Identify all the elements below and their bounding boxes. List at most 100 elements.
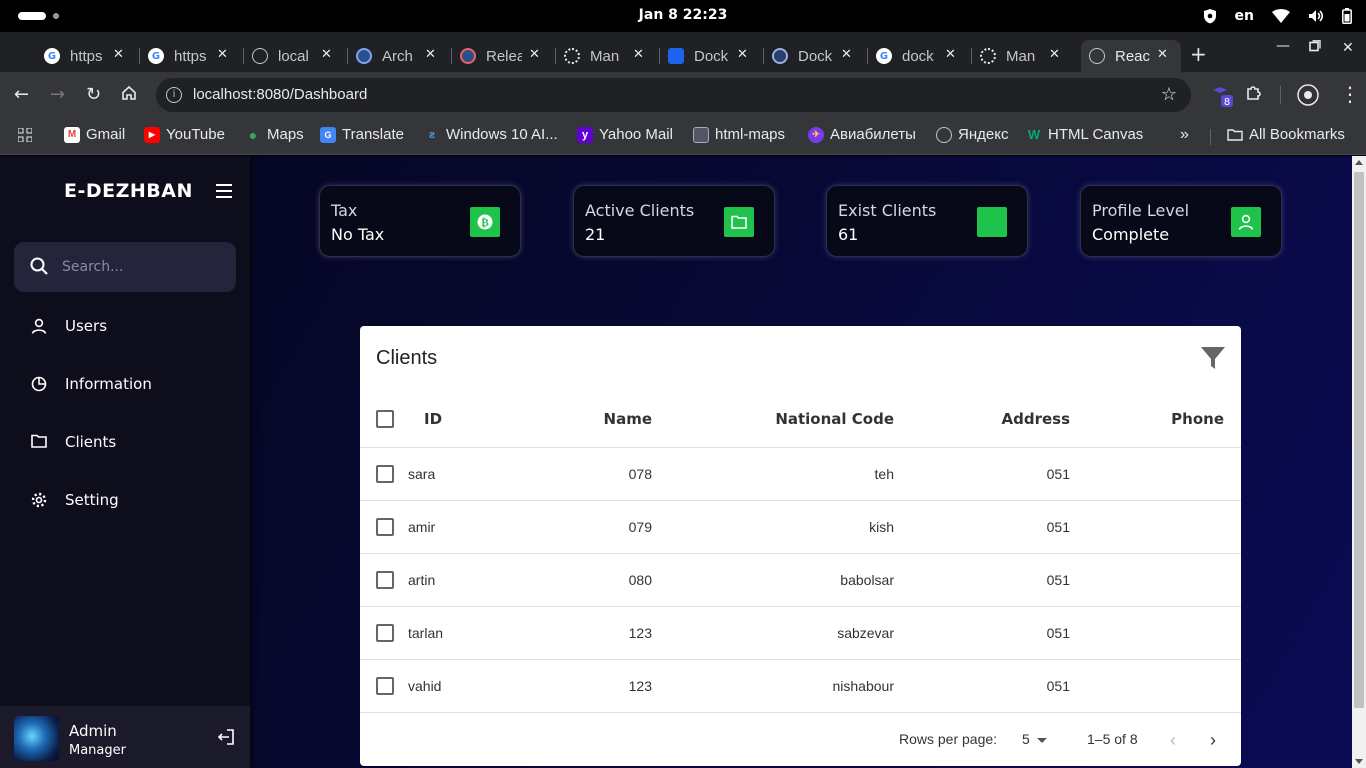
- select-all-checkbox[interactable]: [376, 410, 394, 428]
- battery-icon[interactable]: [1342, 8, 1352, 24]
- tab-title: Man: [1006, 47, 1036, 65]
- logout-icon[interactable]: [217, 728, 235, 750]
- tab[interactable]: Man ✕: [556, 40, 660, 72]
- docs-icon: [460, 48, 476, 64]
- bookmark-aviabilety[interactable]: ✈ Авиабилеты: [808, 126, 916, 143]
- reload-button[interactable]: ↻: [86, 85, 101, 105]
- bookmark-yandex[interactable]: Яндекс: [936, 126, 1008, 143]
- close-icon[interactable]: ✕: [841, 47, 852, 62]
- sidebar-item-users[interactable]: Users: [14, 306, 236, 346]
- column-header-national-code[interactable]: National Code: [760, 410, 894, 428]
- column-header-address[interactable]: Address: [960, 410, 1070, 428]
- bookmark-label: YouTube: [166, 126, 225, 143]
- row-checkbox[interactable]: [376, 571, 394, 589]
- folder-icon: [724, 207, 754, 237]
- tab-active[interactable]: Reac ✕: [1081, 40, 1181, 72]
- gmail-icon: M: [64, 126, 80, 143]
- filter-icon[interactable]: [1200, 345, 1226, 375]
- cell-name: 123: [628, 678, 652, 694]
- bookmark-star-icon[interactable]: ☆: [1161, 84, 1177, 105]
- wifi-icon[interactable]: [1272, 9, 1290, 23]
- tab[interactable]: Ghttps ✕: [140, 40, 244, 72]
- sidebar-item-information[interactable]: Information: [14, 364, 236, 404]
- row-checkbox[interactable]: [376, 465, 394, 483]
- row-checkbox[interactable]: [376, 624, 394, 642]
- close-icon[interactable]: ✕: [113, 47, 124, 62]
- forward-button[interactable]: →: [50, 85, 65, 105]
- tab[interactable]: Ghttps ✕: [36, 40, 140, 72]
- puzzle-icon[interactable]: [1245, 84, 1263, 107]
- avatar[interactable]: [14, 716, 59, 761]
- close-icon[interactable]: ✕: [321, 47, 332, 62]
- column-header-name[interactable]: Name: [560, 410, 652, 428]
- system-tray[interactable]: en: [1203, 0, 1366, 32]
- new-tab-button[interactable]: +: [1190, 42, 1207, 66]
- site-info-icon[interactable]: i: [166, 87, 182, 103]
- close-icon[interactable]: ✕: [425, 47, 436, 62]
- bookmark-html-maps[interactable]: html-maps: [693, 126, 785, 143]
- apps-grid-icon[interactable]: [18, 128, 32, 142]
- sidebar-item-label: Clients: [65, 433, 117, 451]
- row-checkbox[interactable]: [376, 518, 394, 536]
- all-bookmarks[interactable]: All Bookmarks: [1227, 126, 1345, 143]
- tab[interactable]: Arch ✕: [348, 40, 452, 72]
- close-icon[interactable]: ✕: [737, 47, 748, 62]
- bookmark-windows[interactable]: ƨ Windows 10 AI...: [424, 126, 558, 143]
- chevron-right-icon[interactable]: ›: [1210, 730, 1216, 751]
- chart-icon: [31, 376, 47, 392]
- home-button[interactable]: [121, 85, 137, 106]
- tab[interactable]: Man ✕: [972, 40, 1076, 72]
- bookmark-youtube[interactable]: ▶ YouTube: [144, 126, 225, 143]
- tab[interactable]: Dock ✕: [764, 40, 868, 72]
- profile-avatar[interactable]: [1297, 84, 1319, 111]
- globe-icon: [252, 48, 268, 64]
- tab[interactable]: Dock ✕: [660, 40, 764, 72]
- hamburger-menu-icon[interactable]: [216, 184, 232, 202]
- back-button[interactable]: ←: [14, 85, 29, 105]
- close-icon[interactable]: ✕: [529, 47, 540, 62]
- column-header-phone[interactable]: Phone: [1120, 410, 1224, 428]
- close-window-button[interactable]: ✕: [1342, 40, 1354, 56]
- page-scrollbar[interactable]: [1352, 156, 1366, 768]
- sidebar-item-setting[interactable]: Setting: [14, 480, 236, 520]
- volume-icon[interactable]: [1308, 9, 1324, 23]
- bookmark-maps[interactable]: ● Maps: [245, 126, 304, 143]
- sidebar-item-clients[interactable]: Clients: [14, 422, 236, 462]
- kebab-menu-icon[interactable]: ⋮: [1340, 82, 1360, 106]
- close-icon[interactable]: ✕: [1049, 47, 1060, 62]
- scrollbar-thumb[interactable]: [1354, 172, 1364, 708]
- close-icon[interactable]: ✕: [945, 47, 956, 62]
- chevron-left-icon[interactable]: ‹: [1170, 730, 1176, 751]
- openai-icon: [980, 48, 996, 64]
- bookmark-translate[interactable]: G Translate: [320, 126, 404, 143]
- bookmark-html-canvas[interactable]: W HTML Canvas: [1026, 126, 1143, 143]
- extension-icon[interactable]: 8: [1210, 84, 1234, 113]
- stat-card-tax: Tax No Tax ₿: [319, 185, 521, 257]
- bookmarks-overflow-icon[interactable]: »: [1180, 126, 1189, 144]
- address-url[interactable]: localhost:8080/Dashboard: [193, 86, 367, 103]
- column-header-id[interactable]: ID: [424, 410, 442, 428]
- minimize-button[interactable]: —: [1276, 38, 1290, 54]
- rows-per-page-select[interactable]: 5: [1022, 731, 1047, 747]
- sidebar-search[interactable]: [14, 242, 236, 292]
- tab[interactable]: Gdock ✕: [868, 40, 972, 72]
- address-bar[interactable]: i localhost:8080/Dashboard ☆: [156, 78, 1191, 112]
- bookmark-yahoo[interactable]: y Yahoo Mail: [577, 126, 673, 143]
- scroll-up-arrow[interactable]: [1355, 160, 1363, 165]
- close-icon[interactable]: ✕: [217, 47, 228, 62]
- scroll-down-arrow[interactable]: [1355, 759, 1363, 764]
- close-icon[interactable]: ✕: [633, 47, 644, 62]
- language-indicator[interactable]: en: [1235, 8, 1254, 24]
- row-checkbox[interactable]: [376, 677, 394, 695]
- shield-icon[interactable]: [1203, 8, 1217, 24]
- tab[interactable]: local ✕: [244, 40, 348, 72]
- tab[interactable]: Relea ✕: [452, 40, 556, 72]
- system-clock[interactable]: Jan 8 22:23: [0, 7, 1366, 23]
- search-input[interactable]: [62, 256, 222, 278]
- close-icon[interactable]: ✕: [1157, 47, 1168, 62]
- bookmark-gmail[interactable]: M Gmail: [64, 126, 125, 143]
- tab-title: Relea: [486, 47, 522, 65]
- maximize-button[interactable]: [1309, 40, 1321, 56]
- google-icon: G: [44, 48, 60, 64]
- translate-icon: G: [320, 126, 336, 143]
